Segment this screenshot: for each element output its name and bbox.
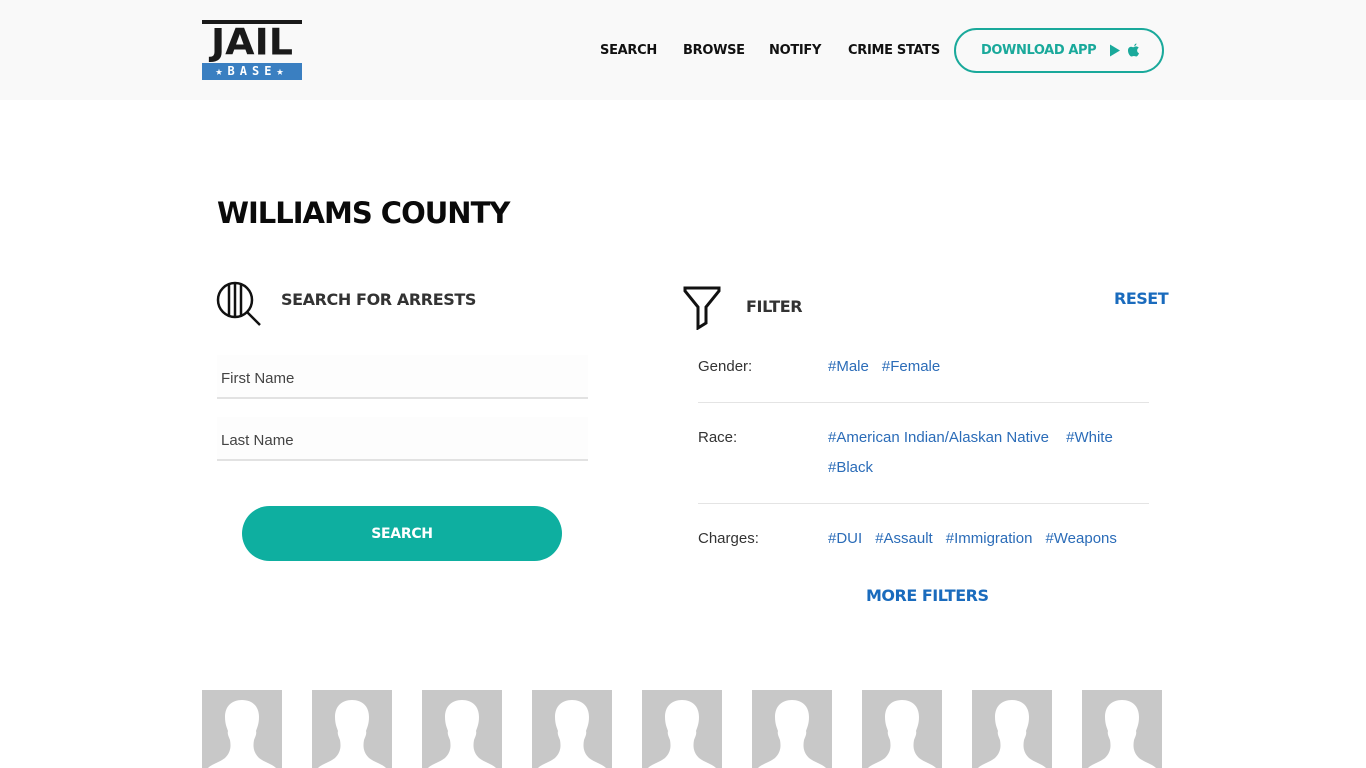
filter-tags-race: #American Indian/Alaskan Native #White #…	[828, 423, 1148, 483]
site-header: JAIL ★BASE★ SEARCH BROWSE NOTIFY CRIME S…	[0, 0, 1366, 100]
person-silhouette-icon	[758, 700, 826, 768]
person-silhouette-icon	[868, 700, 936, 768]
tag-dui[interactable]: #DUI	[828, 530, 862, 547]
tag-male[interactable]: #Male	[828, 358, 869, 375]
filter-label-gender: Gender:	[698, 358, 753, 375]
filter-section-title: FILTER	[746, 297, 803, 316]
mugshot-card[interactable]	[202, 690, 282, 768]
mugshot-card[interactable]	[422, 690, 502, 768]
mugshot-card[interactable]	[532, 690, 612, 768]
magnifier-bars-icon	[216, 281, 262, 327]
apple-icon	[1128, 43, 1140, 57]
filter-divider	[698, 402, 1149, 403]
filter-tags-charges: #DUI #Assault #Immigration #Weapons	[828, 524, 1168, 554]
person-silhouette-icon	[978, 700, 1046, 768]
jailbase-logo[interactable]: JAIL ★BASE★	[202, 20, 302, 80]
mugshot-card[interactable]	[972, 690, 1052, 768]
first-name-field[interactable]	[217, 355, 588, 399]
mugshot-card[interactable]	[642, 690, 722, 768]
nav-notify[interactable]: NOTIFY	[769, 43, 821, 58]
last-name-input[interactable]	[217, 417, 588, 459]
download-app-label: DOWNLOAD APP	[981, 43, 1097, 58]
mugshot-card[interactable]	[752, 690, 832, 768]
reset-filters-link[interactable]: RESET	[1114, 289, 1169, 308]
mugshot-card[interactable]	[312, 690, 392, 768]
tag-female[interactable]: #Female	[882, 358, 940, 375]
tag-weapons[interactable]: #Weapons	[1045, 530, 1116, 547]
tag-assault[interactable]: #Assault	[875, 530, 933, 547]
filter-divider	[698, 503, 1149, 504]
google-play-icon	[1110, 44, 1121, 57]
mugshot-card[interactable]	[862, 690, 942, 768]
first-name-input[interactable]	[217, 355, 588, 397]
more-filters-link[interactable]: MORE FILTERS	[866, 586, 989, 605]
person-silhouette-icon	[428, 700, 496, 768]
tag-american-indian-alaskan-native[interactable]: #American Indian/Alaskan Native	[828, 429, 1049, 446]
tag-white[interactable]: #White	[1066, 429, 1113, 446]
filter-label-charges: Charges:	[698, 530, 759, 547]
tag-black[interactable]: #Black	[828, 459, 873, 476]
person-silhouette-icon	[318, 700, 386, 768]
page-title: WILLIAMS COUNTY	[217, 196, 510, 230]
last-name-field[interactable]	[217, 417, 588, 461]
filter-label-race: Race:	[698, 429, 738, 446]
mugshot-card[interactable]	[1082, 690, 1162, 768]
nav-browse[interactable]: BROWSE	[683, 43, 745, 58]
logo-base-text: ★BASE★	[202, 63, 302, 80]
nav-search[interactable]: SEARCH	[600, 43, 657, 58]
nav-crime-stats[interactable]: CRIME STATS	[848, 43, 940, 58]
person-silhouette-icon	[648, 700, 716, 768]
search-button[interactable]: SEARCH	[242, 506, 562, 561]
download-app-button[interactable]: DOWNLOAD APP	[954, 28, 1164, 73]
tag-immigration[interactable]: #Immigration	[946, 530, 1033, 547]
logo-jail-text: JAIL	[211, 21, 293, 63]
filter-tags-gender: #Male #Female	[828, 352, 1148, 382]
funnel-icon	[683, 286, 723, 331]
search-section-title: SEARCH FOR ARRESTS	[281, 290, 476, 309]
person-silhouette-icon	[1088, 700, 1156, 768]
person-silhouette-icon	[538, 700, 606, 768]
person-silhouette-icon	[208, 700, 276, 768]
